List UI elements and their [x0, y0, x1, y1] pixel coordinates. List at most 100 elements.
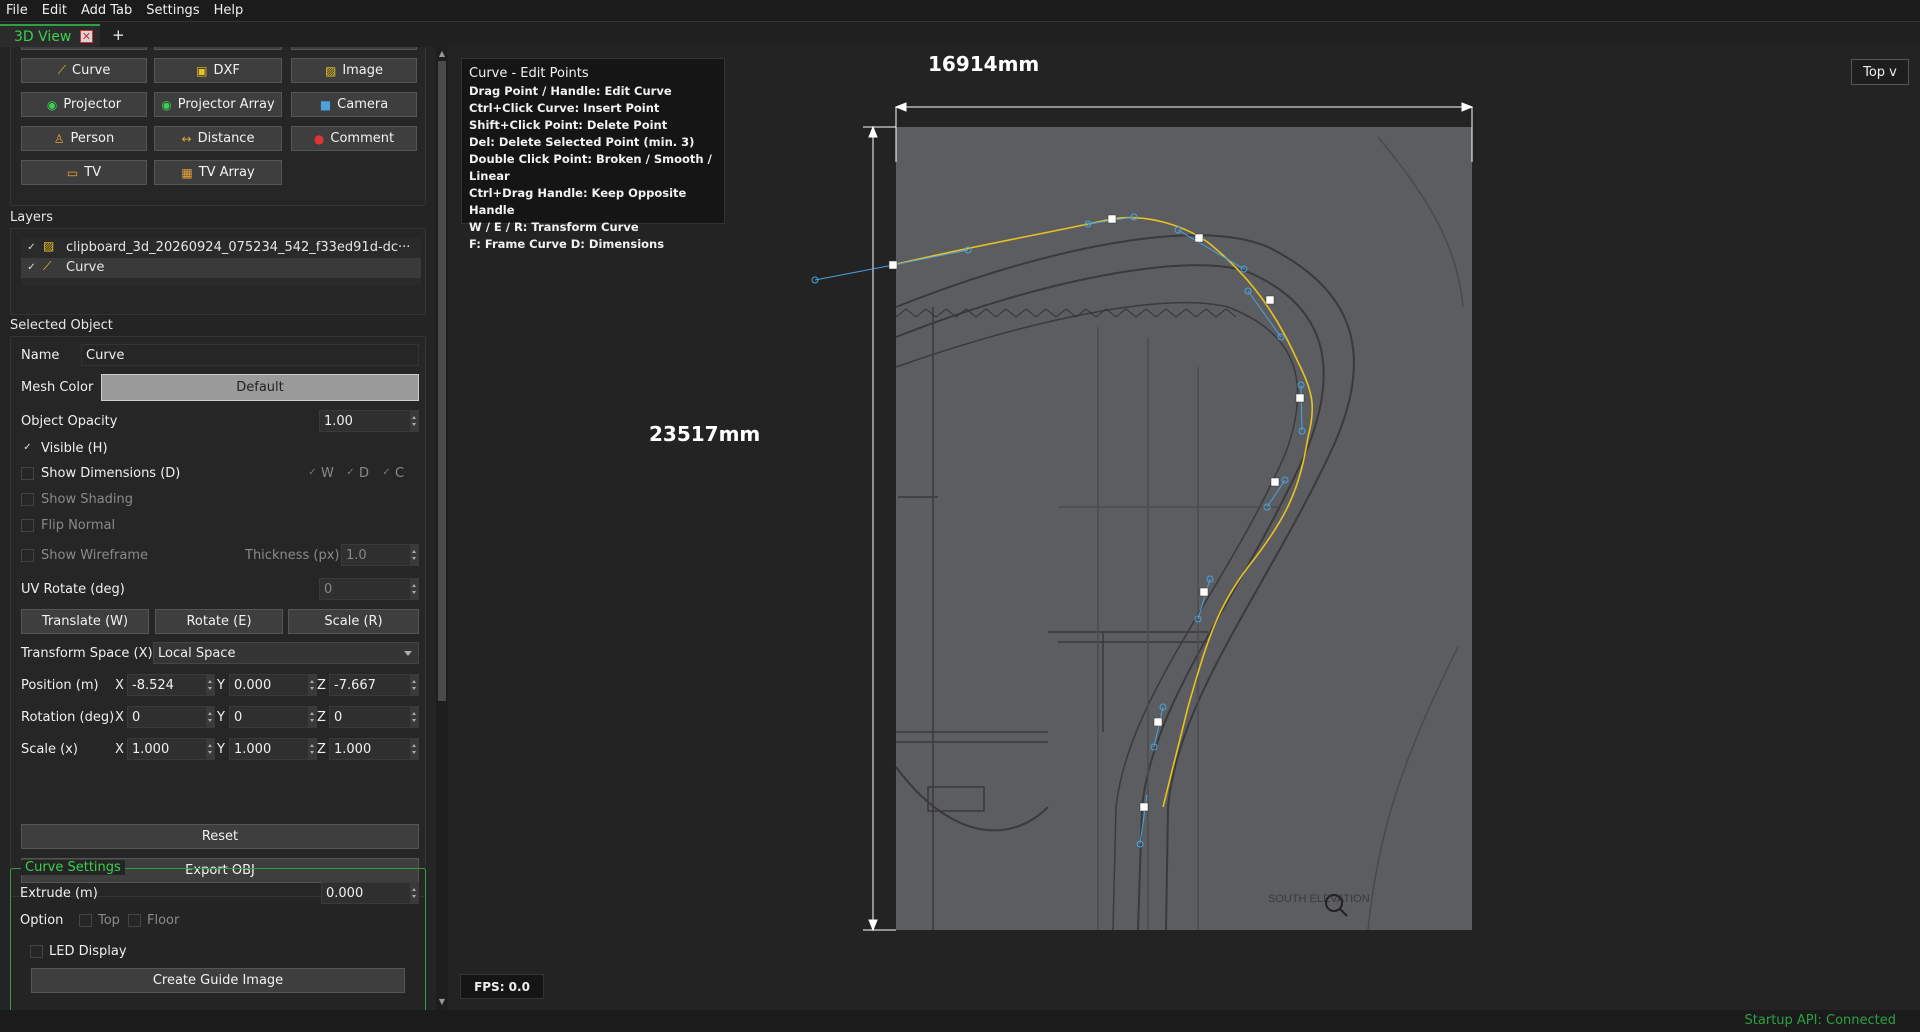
floor-checkbox[interactable]: [128, 914, 141, 927]
flip-normal-checkbox[interactable]: [21, 519, 34, 532]
name-input[interactable]: Curve: [81, 344, 419, 366]
position-x-input[interactable]: -8.524: [127, 674, 215, 696]
spin-icon[interactable]: [308, 675, 316, 695]
menu-edit[interactable]: Edit: [42, 3, 67, 18]
dim-c-label: C: [395, 466, 405, 481]
extrude-input[interactable]: 0.000: [321, 882, 419, 904]
spin-icon[interactable]: [410, 411, 418, 431]
dim-d-checkbox[interactable]: ✓: [344, 467, 357, 480]
scale-y-input[interactable]: 1.000: [229, 738, 317, 760]
menu-settings[interactable]: Settings: [146, 3, 199, 18]
axis-z-label: Z: [317, 710, 326, 725]
visible-checkbox[interactable]: ✓: [21, 442, 34, 455]
api-status: Startup API: Connected: [1744, 1013, 1896, 1028]
add-dxf-button[interactable]: ▣ DXF: [154, 58, 282, 83]
translate-button[interactable]: Translate (W): [21, 609, 149, 634]
add-tab-button[interactable]: +: [112, 26, 125, 44]
add-tv-button[interactable]: ▭ TV: [21, 160, 147, 185]
add-camera-button[interactable]: ■ Camera: [291, 92, 417, 117]
add-projector-array-button[interactable]: ◉ Projector Array: [154, 92, 282, 117]
scale-label: Scale (x): [21, 742, 78, 757]
dim-c-checkbox[interactable]: ✓: [380, 467, 393, 480]
spin-icon[interactable]: [206, 739, 214, 759]
help-line: Shift+Click Point: Delete Point: [469, 118, 668, 132]
position-z-input[interactable]: -7.667: [329, 674, 419, 696]
led-display-label: LED Display: [49, 944, 127, 959]
add-comment-button[interactable]: ● Comment: [291, 126, 417, 151]
scroll-down-icon[interactable]: ▼: [437, 997, 447, 1007]
cut-off-button-2[interactable]: [154, 47, 282, 50]
tab-bar: 3D View ✕ +: [0, 21, 1920, 48]
add-tv-array-button[interactable]: ▦ TV Array: [154, 160, 282, 185]
floor-label: Floor: [147, 913, 180, 928]
scale-button[interactable]: Scale (R): [288, 609, 419, 634]
spin-icon[interactable]: [206, 675, 214, 695]
spin-icon[interactable]: [308, 707, 316, 727]
reset-button[interactable]: Reset: [21, 824, 419, 849]
opacity-input[interactable]: 1.00: [319, 410, 419, 432]
layer-item[interactable]: ✓ ▨ clipboard_3d_20260924_075234_542_f33…: [21, 238, 421, 258]
scrollbar-thumb[interactable]: [438, 61, 446, 701]
axis-x-label: X: [115, 742, 124, 757]
add-distance-button[interactable]: ↔ Distance: [154, 126, 282, 151]
top-label: Top: [98, 913, 120, 928]
show-wireframe-checkbox[interactable]: [21, 549, 34, 562]
sidebar-scrollbar[interactable]: ▲ ▼: [436, 47, 448, 1010]
spin-icon[interactable]: [410, 707, 418, 727]
rotation-z-input[interactable]: 0: [329, 706, 419, 728]
show-dimensions-checkbox[interactable]: [21, 467, 34, 480]
tab-3d-view[interactable]: 3D View ✕: [0, 24, 100, 48]
help-title: Curve - Edit Points: [469, 66, 589, 81]
cut-off-button-1[interactable]: [21, 47, 147, 50]
show-shading-checkbox[interactable]: [21, 493, 34, 506]
transform-space-select[interactable]: Local Space: [153, 642, 419, 664]
scale-z-input[interactable]: 1.000: [329, 738, 419, 760]
spin-icon[interactable]: [308, 739, 316, 759]
spin-icon[interactable]: [410, 739, 418, 759]
uv-rotate-input[interactable]: 0: [319, 578, 419, 600]
layer-label: clipboard_3d_20260924_075234_542_f33ed91…: [66, 240, 411, 255]
add-image-button[interactable]: ▨ Image: [291, 58, 417, 83]
help-line: W / E / R: Transform Curve: [469, 220, 639, 234]
add-curve-button[interactable]: ⟋ Curve: [21, 58, 147, 83]
spin-icon[interactable]: [410, 545, 418, 565]
position-y-input[interactable]: 0.000: [229, 674, 317, 696]
menu-add-tab[interactable]: Add Tab: [81, 3, 132, 18]
edit-points-help: Curve - Edit Points Drag Point / Handle:…: [461, 58, 725, 251]
add-projector-button[interactable]: ◉ Projector: [21, 92, 147, 117]
rotation-x-input[interactable]: 0: [127, 706, 215, 728]
add-person-button[interactable]: ♙ Person: [21, 126, 147, 151]
create-guide-image-button[interactable]: Create Guide Image: [31, 968, 405, 993]
rotation-y-input[interactable]: 0: [229, 706, 317, 728]
view-mode-select[interactable]: Top v: [1851, 59, 1909, 85]
dim-w-checkbox[interactable]: ✓: [306, 467, 319, 480]
height-dimension-label: 23517mm: [649, 422, 761, 446]
name-label: Name: [21, 348, 60, 363]
cut-off-button-3[interactable]: [291, 47, 417, 50]
scale-x-input[interactable]: 1.000: [127, 738, 215, 760]
spin-icon[interactable]: [206, 707, 214, 727]
scroll-up-icon[interactable]: ▲: [437, 49, 447, 59]
spin-icon[interactable]: [410, 675, 418, 695]
layer-visible-checkbox[interactable]: ✓: [25, 242, 38, 255]
layer-visible-checkbox[interactable]: ✓: [25, 262, 38, 275]
projector-icon: ◉: [46, 97, 58, 112]
drawing-image[interactable]: [896, 127, 1472, 930]
status-bar: Startup API: Connected: [0, 1010, 1920, 1032]
spin-icon[interactable]: [410, 883, 418, 903]
close-icon[interactable]: ✕: [80, 30, 93, 43]
spin-icon[interactable]: [410, 579, 418, 599]
menu-help[interactable]: Help: [214, 3, 244, 18]
layers-panel: ✓ ▨ clipboard_3d_20260924_075234_542_f33…: [10, 228, 426, 315]
curve-settings-panel: Curve Settings Extrude (m) 0.000 Option …: [10, 860, 426, 1010]
thickness-input[interactable]: 1.0: [341, 544, 419, 566]
help-line: F: Frame Curve D: Dimensions: [469, 237, 665, 251]
menu-file[interactable]: File: [6, 3, 28, 18]
mesh-color-button[interactable]: Default: [101, 374, 419, 401]
top-checkbox[interactable]: [79, 914, 92, 927]
camera-icon: ■: [319, 97, 332, 112]
rotate-button[interactable]: Rotate (E): [155, 609, 283, 634]
layer-item[interactable]: ✓ ⟋ Curve: [21, 258, 421, 278]
tab-label: 3D View: [14, 29, 72, 45]
led-display-checkbox[interactable]: [30, 945, 43, 958]
